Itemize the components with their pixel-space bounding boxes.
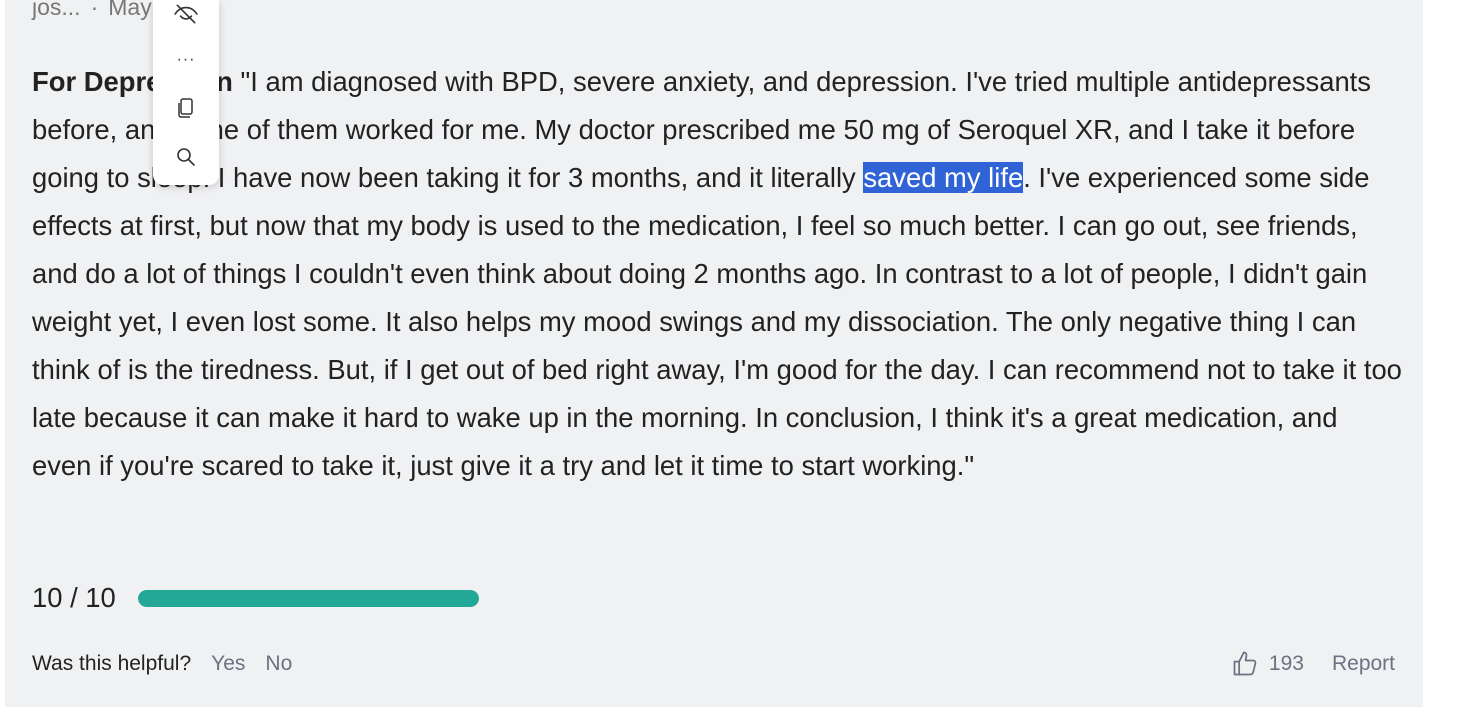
review-actions: 193 Report [1231, 650, 1395, 678]
rating-bar [137, 589, 479, 607]
helpful-prompt: Was this helpful? Yes No [32, 652, 292, 676]
helpful-yes-button[interactable]: Yes [211, 652, 245, 676]
thumbs-up-icon [1233, 651, 1257, 676]
rating-row: 10 / 10 [32, 576, 479, 620]
more-button[interactable]: ··· [153, 43, 219, 77]
eye-off-icon [174, 4, 198, 24]
copy-icon [178, 98, 193, 118]
search-button[interactable] [153, 140, 219, 174]
search-icon [177, 148, 195, 166]
review-text: For Depression "I am diagnosed with BPD,… [32, 58, 1402, 490]
hide-button[interactable] [153, 0, 219, 31]
rating-score: 10 / 10 [32, 582, 116, 613]
more-icon: ··· [176, 51, 196, 68]
rating-bar-fill [137, 589, 479, 607]
review-text-after: . I've experienced some side effects at … [32, 162, 1402, 481]
selected-text[interactable]: saved my life [863, 162, 1024, 193]
meta-separator: · [90, 0, 99, 20]
helpful-label: Was this helpful? [32, 652, 192, 675]
selection-toolbar: ··· [153, 0, 219, 185]
like-count: 193 [1268, 652, 1304, 675]
report-button[interactable]: Report [1332, 652, 1395, 676]
helpful-no-button[interactable]: No [265, 652, 292, 676]
author-name: jos... [32, 0, 81, 20]
copy-button[interactable] [153, 91, 219, 125]
like-button[interactable]: 193 [1231, 650, 1304, 678]
